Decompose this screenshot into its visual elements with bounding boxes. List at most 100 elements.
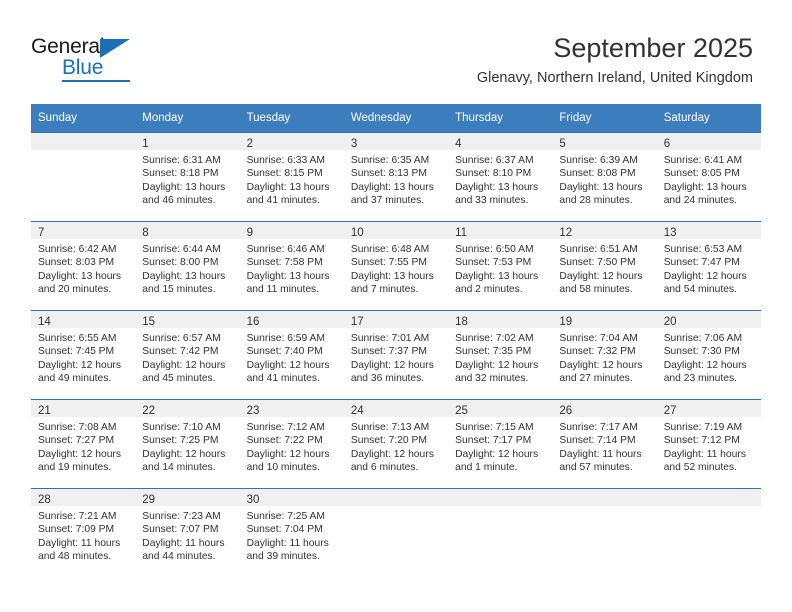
- calendar-day-cell[interactable]: 9 Sunrise: 6:46 AM Sunset: 7:58 PM Daylight…: [239, 221, 344, 311]
- calendar-day-cell[interactable]: 4 Sunrise: 6:37 AM Sunset: 8:10 PM Daylight…: [448, 132, 553, 222]
- calendar-day-cell[interactable]: 5 Sunrise: 6:39 AM Sunset: 8:08 PM Daylight…: [552, 132, 657, 222]
- calendar-day-cell[interactable]: 11 Sunrise: 6:50 AM Sunset: 7:53 PM Dayligh…: [448, 221, 553, 311]
- calendar-day-cell[interactable]: 6 Sunrise: 6:41 AM Sunset: 8:05 PM Daylight…: [656, 132, 761, 222]
- calendar-cell-empty: [656, 488, 761, 577]
- sunset-text: Sunset: 7:09 PM: [38, 524, 115, 536]
- day-number: 9: [246, 227, 253, 239]
- daylight-text-line1: Daylight: 13 hours: [142, 270, 226, 282]
- empty-daynum-band: [552, 489, 657, 506]
- calendar-body: 1 Sunrise: 6:31 AM Sunset: 8:18 PM Daylight…: [31, 132, 761, 577]
- calendar-day-cell[interactable]: 21 Sunrise: 7:08 AM Sunset: 7:27 PM Dayligh…: [31, 399, 136, 489]
- day-info: Sunrise: 7:10 AM Sunset: 7:25 PM Daylight:…: [135, 417, 239, 475]
- day-cell-inner: 2 Sunrise: 6:33 AM Sunset: 8:15 PM Daylight…: [239, 133, 344, 221]
- calendar-day-cell[interactable]: 29 Sunrise: 7:23 AM Sunset: 7:07 PM Dayligh…: [135, 488, 240, 577]
- calendar-day-cell[interactable]: 16 Sunrise: 6:59 AM Sunset: 7:40 PM Dayligh…: [239, 310, 344, 400]
- calendar-day-cell[interactable]: 30 Sunrise: 7:25 AM Sunset: 7:04 PM Dayligh…: [239, 488, 344, 577]
- calendar-day-cell[interactable]: 28 Sunrise: 7:21 AM Sunset: 7:09 PM Dayligh…: [31, 488, 136, 577]
- calendar-day-cell[interactable]: 15 Sunrise: 6:57 AM Sunset: 7:42 PM Dayligh…: [135, 310, 240, 400]
- day-number: 21: [38, 405, 51, 417]
- day-info: Sunrise: 7:01 AM Sunset: 7:37 PM Daylight:…: [344, 328, 448, 386]
- calendar-day-cell[interactable]: 22 Sunrise: 7:10 AM Sunset: 7:25 PM Dayligh…: [135, 399, 240, 489]
- daylight-text-line2: and 20 minutes.: [38, 284, 112, 296]
- empty-daynum-band: [31, 133, 136, 150]
- empty-daynum-band: [656, 489, 761, 506]
- calendar-day-cell[interactable]: 20 Sunrise: 7:06 AM Sunset: 7:30 PM Dayligh…: [656, 310, 761, 400]
- daylight-text-line1: Daylight: 12 hours: [38, 448, 121, 460]
- daynum-band: 25: [448, 400, 553, 417]
- daylight-text-line1: Daylight: 13 hours: [38, 270, 121, 282]
- daynum-band: 29: [135, 489, 240, 506]
- weekday-header-thursday: Thursday: [448, 104, 553, 133]
- daynum-band: 23: [239, 400, 344, 417]
- sunset-text: Sunset: 7:40 PM: [246, 346, 323, 358]
- calendar-day-cell[interactable]: 1 Sunrise: 6:31 AM Sunset: 8:18 PM Daylight…: [135, 132, 240, 222]
- daylight-text-line1: Daylight: 13 hours: [455, 270, 539, 282]
- day-cell-inner: 20 Sunrise: 7:06 AM Sunset: 7:30 PM Dayligh…: [656, 311, 761, 399]
- day-cell-inner: 15 Sunrise: 6:57 AM Sunset: 7:42 PM Dayligh…: [135, 311, 240, 399]
- daylight-text-line1: Daylight: 13 hours: [142, 181, 226, 193]
- day-cell-inner: [552, 489, 657, 577]
- sunrise-text: Sunrise: 7:23 AM: [142, 511, 221, 522]
- daynum-band: 1: [135, 133, 240, 150]
- calendar-day-cell[interactable]: 24 Sunrise: 7:13 AM Sunset: 7:20 PM Dayligh…: [343, 399, 449, 489]
- sunrise-text: Sunrise: 6:51 AM: [559, 244, 638, 255]
- day-cell-inner: [343, 489, 449, 577]
- day-number: 14: [38, 316, 51, 328]
- calendar-day-cell[interactable]: 2 Sunrise: 6:33 AM Sunset: 8:15 PM Daylight…: [239, 132, 344, 222]
- daylight-text-line1: Daylight: 12 hours: [663, 270, 747, 282]
- sunset-text: Sunset: 7:53 PM: [455, 257, 532, 269]
- calendar-cell-empty: [448, 488, 553, 577]
- sunset-text: Sunset: 8:10 PM: [455, 168, 532, 180]
- calendar-day-cell[interactable]: 10 Sunrise: 6:48 AM Sunset: 7:55 PM Dayligh…: [343, 221, 449, 311]
- day-info: Sunrise: 6:41 AM Sunset: 8:05 PM Daylight:…: [657, 150, 761, 208]
- sunrise-text: Sunrise: 7:08 AM: [38, 422, 117, 433]
- sunset-text: Sunset: 7:55 PM: [350, 257, 427, 269]
- day-cell-inner: 21 Sunrise: 7:08 AM Sunset: 7:27 PM Dayligh…: [31, 400, 136, 488]
- calendar-day-cell[interactable]: 25 Sunrise: 7:15 AM Sunset: 7:17 PM Dayligh…: [448, 399, 553, 489]
- day-cell-inner: 18 Sunrise: 7:02 AM Sunset: 7:35 PM Dayligh…: [448, 311, 553, 399]
- day-cell-inner: 27 Sunrise: 7:19 AM Sunset: 7:12 PM Dayligh…: [656, 400, 761, 488]
- day-info: Sunrise: 6:31 AM Sunset: 8:18 PM Daylight:…: [135, 150, 239, 208]
- sunrise-text: Sunrise: 7:17 AM: [559, 422, 638, 433]
- day-info: Sunrise: 7:23 AM Sunset: 7:07 PM Daylight:…: [135, 506, 239, 564]
- calendar-day-cell[interactable]: 14 Sunrise: 6:55 AM Sunset: 7:45 PM Dayligh…: [31, 310, 136, 400]
- daylight-text-line1: Daylight: 13 hours: [559, 181, 643, 193]
- daynum-band: 20: [656, 311, 761, 328]
- calendar-day-cell[interactable]: 23 Sunrise: 7:12 AM Sunset: 7:22 PM Dayligh…: [239, 399, 344, 489]
- daylight-text-line1: Daylight: 13 hours: [350, 270, 434, 282]
- calendar-header-row: Sunday Monday Tuesday Wednesday Thursday Frid…: [31, 104, 761, 133]
- calendar-day-cell[interactable]: 3 Sunrise: 6:35 AM Sunset: 8:13 PM Daylight…: [343, 132, 449, 222]
- sunset-text: Sunset: 8:13 PM: [350, 168, 427, 180]
- daylight-text-line2: and 24 minutes.: [663, 195, 737, 207]
- day-cell-inner: 6 Sunrise: 6:41 AM Sunset: 8:05 PM Daylight…: [656, 133, 761, 221]
- sunrise-text: Sunrise: 7:01 AM: [350, 333, 430, 344]
- calendar-day-cell[interactable]: 18 Sunrise: 7:02 AM Sunset: 7:35 PM Dayligh…: [448, 310, 553, 400]
- calendar-day-cell[interactable]: 13 Sunrise: 6:53 AM Sunset: 7:47 PM Dayligh…: [656, 221, 761, 311]
- day-info: Sunrise: 7:15 AM Sunset: 7:17 PM Daylight:…: [448, 417, 552, 475]
- daylight-text-line2: and 23 minutes.: [663, 373, 737, 385]
- sunrise-text: Sunrise: 7:13 AM: [350, 422, 430, 433]
- sunrise-text: Sunrise: 6:59 AM: [246, 333, 325, 344]
- sunrise-text: Sunrise: 6:53 AM: [663, 244, 743, 255]
- day-info: Sunrise: 6:33 AM Sunset: 8:15 PM Daylight:…: [240, 150, 344, 208]
- calendar-day-cell[interactable]: 26 Sunrise: 7:17 AM Sunset: 7:14 PM Dayligh…: [552, 399, 657, 489]
- calendar-day-cell[interactable]: 8 Sunrise: 6:44 AM Sunset: 8:00 PM Daylight…: [135, 221, 240, 311]
- day-number: 8: [142, 227, 149, 239]
- daylight-text-line2: and 36 minutes.: [350, 373, 425, 385]
- daylight-text-line1: Daylight: 11 hours: [559, 448, 642, 460]
- daylight-text-line1: Daylight: 11 hours: [663, 448, 746, 460]
- calendar-day-cell[interactable]: 12 Sunrise: 6:51 AM Sunset: 7:50 PM Dayligh…: [552, 221, 657, 311]
- day-info: Sunrise: 7:08 AM Sunset: 7:27 PM Daylight:…: [31, 417, 135, 475]
- general-blue-logo[interactable]: General Blue: [31, 35, 151, 83]
- sunset-text: Sunset: 7:22 PM: [246, 435, 323, 447]
- calendar-day-cell[interactable]: 17 Sunrise: 7:01 AM Sunset: 7:37 PM Dayligh…: [343, 310, 449, 400]
- sunrise-text: Sunrise: 7:12 AM: [246, 422, 325, 433]
- day-number: 3: [350, 138, 358, 150]
- calendar-day-cell[interactable]: 27 Sunrise: 7:19 AM Sunset: 7:12 PM Dayligh…: [656, 399, 761, 489]
- daynum-band: 2: [239, 133, 344, 150]
- calendar-day-cell[interactable]: 19 Sunrise: 7:04 AM Sunset: 7:32 PM Dayligh…: [552, 310, 657, 400]
- daylight-text-line2: and 39 minutes.: [246, 551, 320, 563]
- title-block: September 2025 Glenavy, Northern Ireland…: [477, 32, 753, 88]
- calendar-day-cell[interactable]: 7 Sunrise: 6:42 AM Sunset: 8:03 PM Daylight…: [31, 221, 136, 311]
- daylight-text-line1: Daylight: 11 hours: [38, 537, 121, 549]
